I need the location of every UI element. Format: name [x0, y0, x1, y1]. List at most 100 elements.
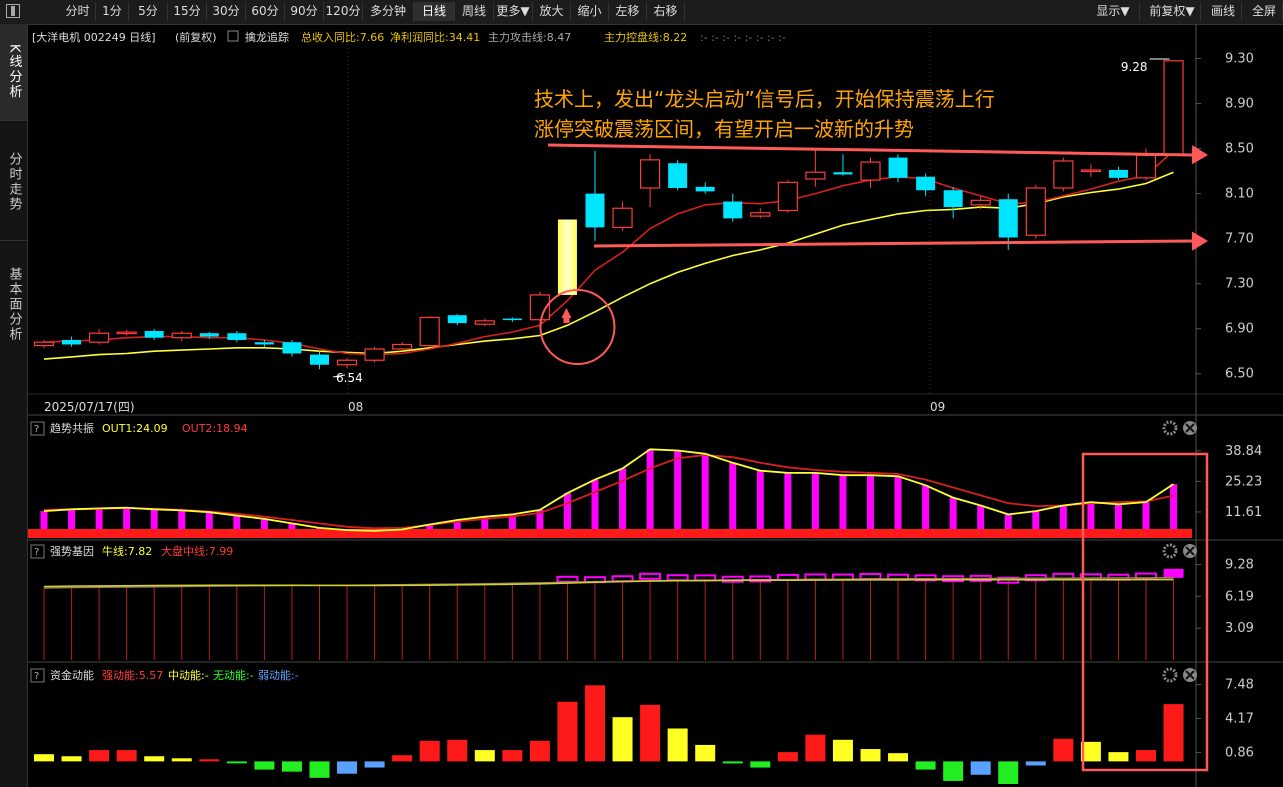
candle-body-14 — [419, 316, 440, 347]
p3-bar-1 — [61, 756, 82, 762]
p2-v1-text: 牛线:7.82 — [102, 544, 152, 558]
price-tick-label-1: 8.90 — [1225, 97, 1254, 112]
period-button-14[interactable]: 左移 — [609, 2, 647, 21]
p3-bar-14 — [419, 740, 440, 762]
p1-bar-41 — [1170, 484, 1178, 529]
candle-body-33 — [943, 190, 963, 208]
candle-body-2 — [88, 332, 110, 343]
p3-bar-7 — [226, 761, 247, 764]
p1-bar-29 — [839, 475, 847, 529]
period-button-0[interactable]: 分时 — [60, 2, 96, 21]
candle-body-25 — [723, 201, 743, 219]
p2-block-23 — [666, 574, 689, 582]
period-button-3[interactable]: 15分 — [168, 2, 207, 21]
p1-bar-19 — [563, 493, 571, 529]
p2-tick-label-0: 9.28 — [1225, 558, 1254, 573]
toolbar-right-1[interactable]: 前复权▼ — [1144, 2, 1201, 21]
p1-tick-label-2: 11.61 — [1225, 505, 1262, 520]
p3-bar-13 — [392, 755, 413, 762]
p1-bar-2 — [95, 508, 103, 529]
p3-bar-27 — [777, 752, 798, 762]
toolbar-right-3[interactable]: 全屏 — [1246, 2, 1283, 21]
period-button-7[interactable]: 120分 — [324, 2, 363, 21]
period-button-5[interactable]: 60分 — [246, 2, 285, 21]
chart-area: 9.30 8.90 8.50 8.10 7.70 7.30 6.90 6.50 [大洋电机 00… — [28, 24, 1283, 787]
p2-tick-label-1: 6.19 — [1225, 589, 1254, 604]
candle-body-0 — [33, 341, 55, 347]
price-tick-label-3: 8.10 — [1225, 187, 1254, 202]
p1-tick-label-1: 25.23 — [1225, 474, 1262, 489]
p3-bar-23 — [667, 728, 688, 762]
header-text-5: 主力攻击线:8.47 — [488, 30, 571, 44]
kline-menu-icon[interactable] — [6, 4, 20, 18]
p2-v2-text: 大盘中线:7.99 — [161, 544, 233, 558]
high-price-label: 9.28 — [1121, 60, 1148, 74]
p2-help-icon: ? — [34, 547, 39, 558]
toolbar: 分时 1分 5分 15分 30分 60分 90分 120分 多分钟 日线 周线 更多▼ 放大 缩小 左移 右移… — [0, 0, 1283, 25]
signal-circle — [539, 289, 616, 365]
period-button-8[interactable]: 多分钟 — [363, 2, 414, 21]
sidebar: K线分析分时走势基本面分析 — [0, 24, 28, 787]
candle-body-5 — [171, 332, 192, 339]
p1-bar-38 — [1087, 502, 1095, 529]
p1-bar-27 — [784, 472, 792, 529]
p1-bar-26 — [756, 470, 764, 529]
period-button-15[interactable]: 右移 — [647, 2, 685, 21]
p1-out1-line — [43, 448, 1174, 532]
header-text-6: 主力控盘线:8.22 — [604, 30, 687, 44]
p3-bar-19 — [557, 701, 578, 762]
candle-body-30 — [860, 161, 881, 181]
p3-v1-text: 强动能:5.57 — [102, 668, 163, 682]
header-text-0: [大洋电机 002249 日线] — [32, 30, 156, 44]
toolbar-right-2[interactable]: 画线 — [1205, 2, 1242, 21]
p3-bar-10 — [309, 761, 330, 778]
period-button-13[interactable]: 缩小 — [571, 2, 609, 21]
period-button-2[interactable]: 5分 — [129, 2, 168, 21]
annotation-line-1: 技术上，发出“龙头启动”信号后，开始保持震荡上行 — [534, 87, 995, 111]
p3-bar-33 — [943, 761, 964, 781]
p3-gear-icon[interactable] — [1162, 667, 1178, 683]
sidebar-tab-1[interactable]: 分时走势 — [0, 124, 27, 241]
p3-bar-26 — [750, 761, 771, 768]
period-button-10[interactable]: 周线 — [455, 2, 494, 21]
period-button-9[interactable]: 日线 — [414, 2, 455, 21]
p1-bar-5 — [178, 510, 186, 529]
sidebar-tab-2[interactable]: 基本面分析 — [0, 244, 27, 364]
candle-body-22 — [639, 159, 661, 189]
period-button-12[interactable]: 放大 — [533, 2, 571, 21]
p1-bar-36 — [1032, 511, 1040, 529]
p1-bar-30 — [867, 475, 874, 529]
period-button-6[interactable]: 90分 — [285, 2, 324, 21]
sidebar-tab-0[interactable]: K线分析 — [0, 24, 27, 121]
support-arrow-shaft — [593, 239, 1195, 248]
p2-gear-icon[interactable] — [1162, 543, 1178, 559]
p1-gear-icon[interactable] — [1162, 420, 1178, 436]
candle-body-9 — [282, 342, 302, 354]
p2-block-22 — [639, 572, 662, 580]
date-month-09-label: 09 — [930, 400, 945, 414]
price-tick-label-0: 9.30 — [1225, 52, 1254, 67]
p3-bar-32 — [915, 761, 936, 770]
header-text-7: :- :- :- :- :- :- :- :- — [700, 31, 786, 44]
p3-bar-3 — [116, 750, 137, 762]
p1-bar-0 — [40, 511, 48, 529]
p2-block-19 — [556, 575, 579, 583]
p3-bar-39 — [1108, 752, 1129, 762]
p3-bar-0 — [34, 754, 54, 762]
candle-body-31 — [888, 157, 908, 178]
period-button-1[interactable]: 1分 — [96, 2, 129, 21]
candle-body-36 — [1025, 187, 1046, 236]
p1-bar-22 — [646, 449, 654, 529]
p1-bar-33 — [949, 497, 957, 529]
period-button-4[interactable]: 30分 — [207, 2, 246, 21]
candle-body-12 — [364, 348, 385, 361]
period-button-11[interactable]: 更多▼ — [494, 2, 533, 21]
p1-bar-6 — [205, 512, 213, 529]
toolbar-right-0[interactable]: 显示▼ — [1087, 2, 1140, 21]
p1-name-text: 趋势共振 — [50, 421, 94, 435]
candle-body-19 — [557, 219, 577, 295]
support-arrow-head — [1191, 231, 1208, 251]
p1-tick-label-0: 38.84 — [1225, 444, 1262, 459]
candle-body-16 — [474, 320, 495, 325]
p1-bar-32 — [922, 485, 930, 529]
